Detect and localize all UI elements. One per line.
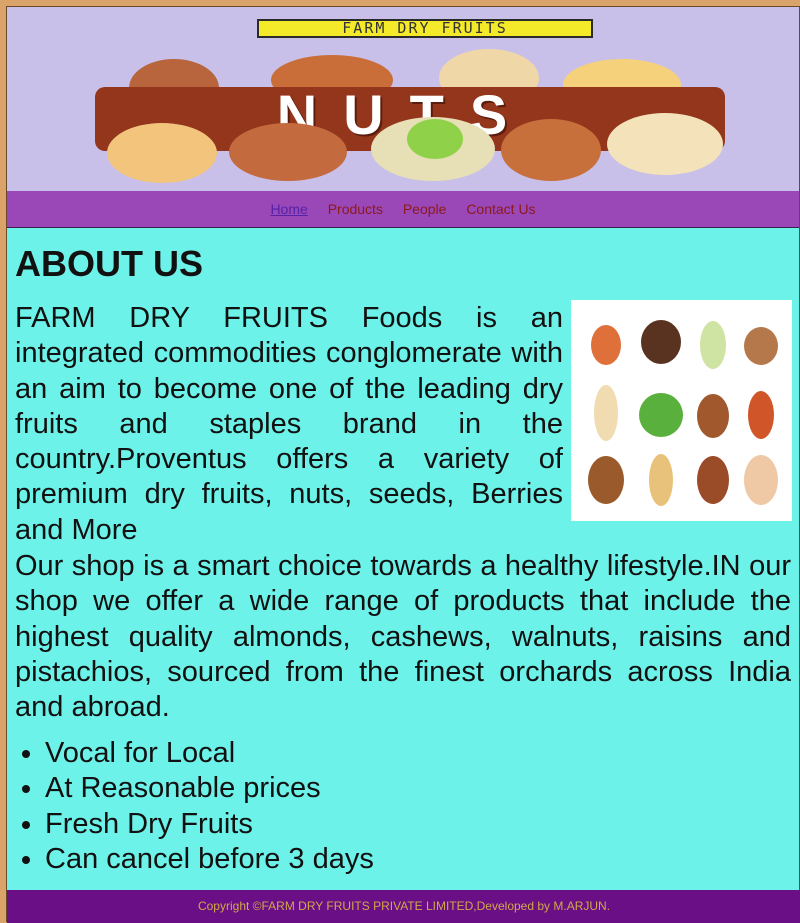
about-section: ABOUT US FARM DRY FRUITS Foods is an int… bbox=[7, 228, 799, 890]
footer: Copyright ©FARM DRY FRUITS PRIVATE LIMIT… bbox=[7, 890, 800, 923]
list-item: Fresh Dry Fruits bbox=[45, 807, 374, 842]
nut-illustration bbox=[607, 113, 723, 175]
page-title: ABOUT US bbox=[15, 243, 203, 284]
nav-contact-link[interactable]: Contact Us bbox=[466, 201, 535, 217]
nav-home-link[interactable]: Home bbox=[270, 201, 307, 217]
nuts-characters-image bbox=[571, 300, 792, 521]
nut-illustration bbox=[501, 119, 601, 181]
header-banner: FARM DRY FRUITS NUTS bbox=[7, 7, 799, 191]
banner-title: FARM DRY FRUITS bbox=[257, 19, 593, 38]
nav-products-link[interactable]: Products bbox=[328, 201, 383, 217]
nav-people-link[interactable]: People bbox=[403, 201, 447, 217]
nut-illustration bbox=[107, 123, 217, 183]
page-frame: FARM DRY FRUITS NUTS Home Products Peopl… bbox=[6, 6, 800, 923]
about-paragraph-1: FARM DRY FRUITS Foods is an integrated c… bbox=[15, 302, 563, 546]
about-paragraph-2: Our shop is a smart choice towards a hea… bbox=[15, 550, 791, 724]
features-list: Vocal for Local At Reasonable prices Fre… bbox=[15, 736, 374, 877]
list-item: At Reasonable prices bbox=[45, 771, 374, 806]
nut-illustration bbox=[407, 119, 463, 159]
nuts-grid-illustration bbox=[588, 320, 778, 506]
nut-illustration bbox=[229, 123, 347, 181]
copyright-text: Copyright ©FARM DRY FRUITS PRIVATE LIMIT… bbox=[197, 899, 611, 913]
list-item: Can cancel before 3 days bbox=[45, 842, 374, 877]
navbar: Home Products People Contact Us bbox=[7, 191, 799, 228]
list-item: Vocal for Local bbox=[45, 736, 374, 771]
